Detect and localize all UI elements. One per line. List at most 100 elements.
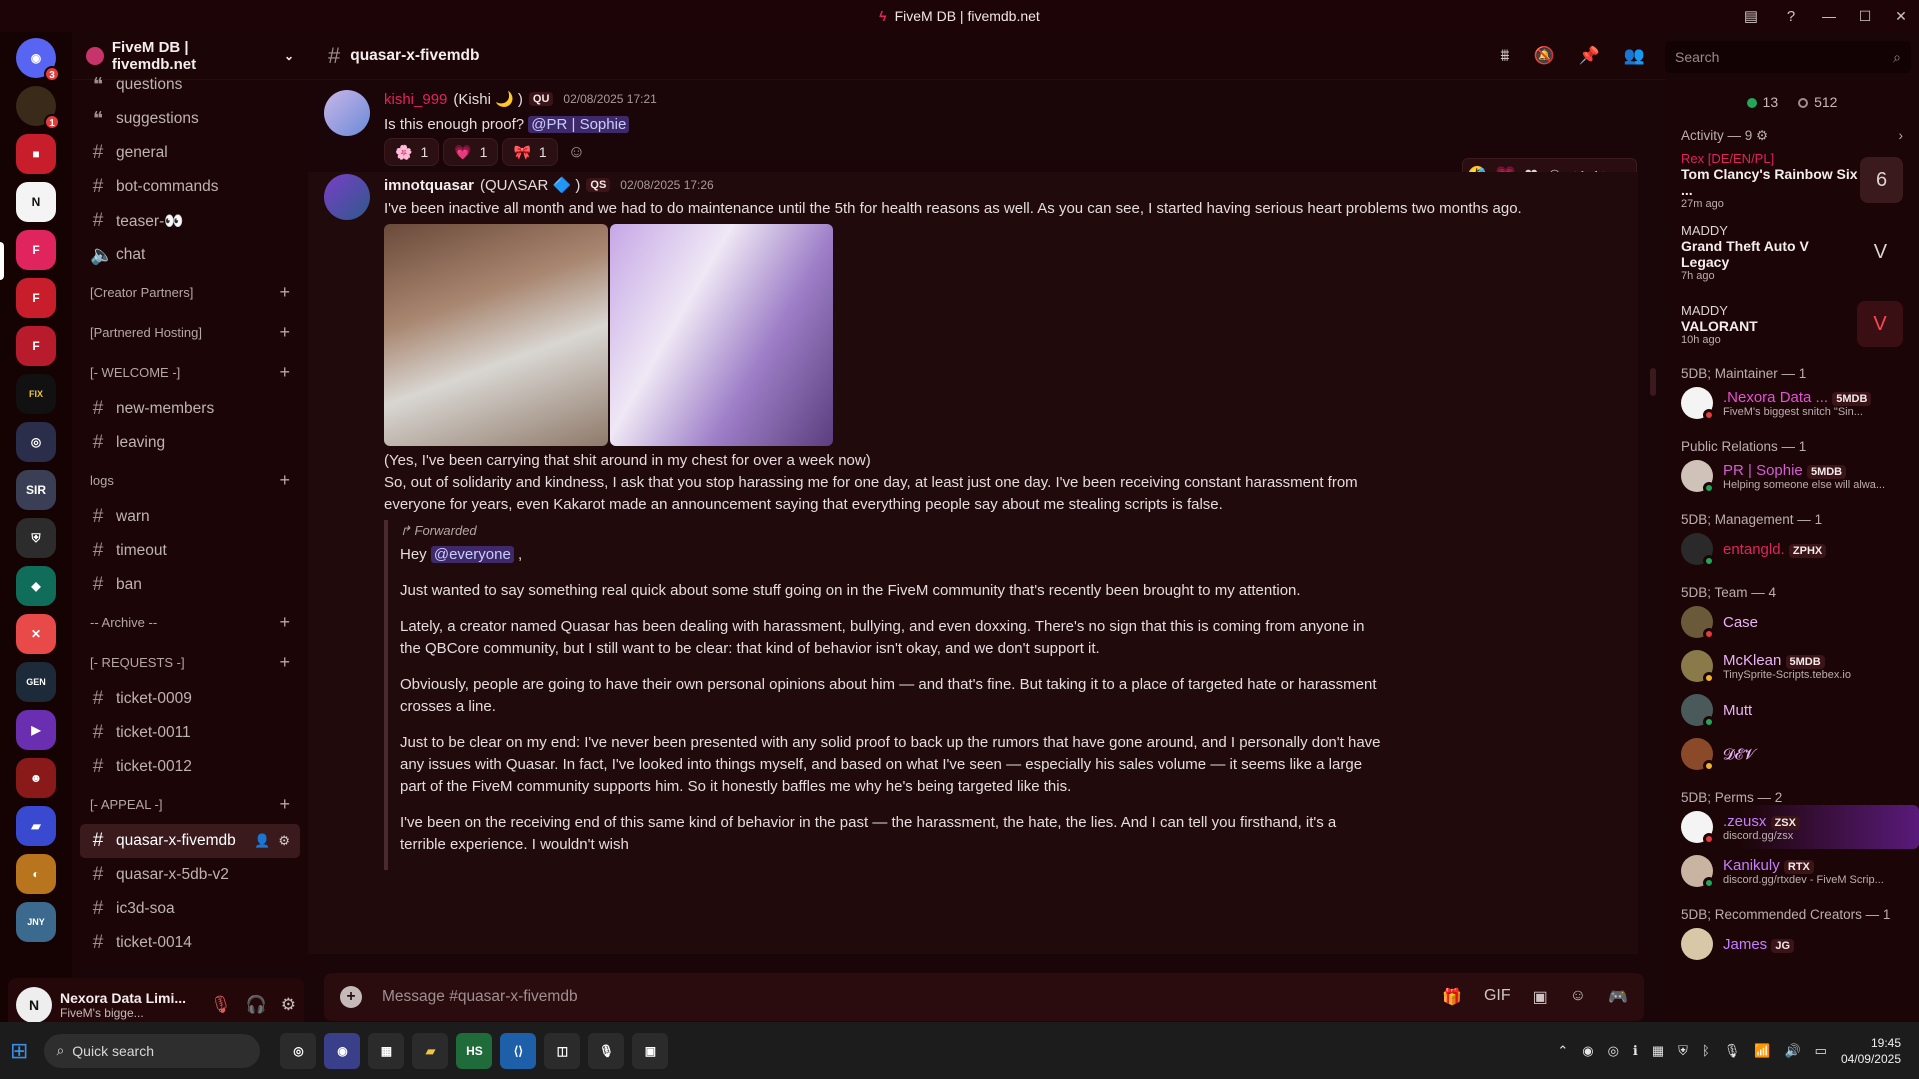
mic-tray-icon[interactable]: 🎙 [1724,1043,1741,1059]
server-icon-green[interactable]: ◆ [16,566,56,606]
server-icon-user[interactable]: 1 [16,86,60,130]
invite-icon[interactable]: 👤 [254,833,270,849]
channel-new-members[interactable]: # new-members [80,392,300,426]
activity-item[interactable]: MADDY Grand Theft Auto V Legacy 7h ago V [1665,216,1919,288]
member-item[interactable]: Kanikuly RTX discord.gg/rtxdev - FiveM S… [1665,849,1919,893]
add-attachment-icon[interactable]: + [340,986,362,1008]
vscode-app-icon[interactable]: ⟨⟩ [500,1032,537,1069]
channel-ticket-0014[interactable]: # ticket-0014 [80,926,300,960]
add-reaction-icon[interactable]: ☺ [568,142,585,162]
notification-bell-muted-icon[interactable]: 🔕 [1533,46,1554,66]
shield-tray-icon[interactable]: ⛨ [1678,1043,1688,1059]
channel-quasar-x-fivemdb[interactable]: # quasar-x-fivemdb 👤 ⚙ [80,824,300,858]
member-item[interactable]: .zeusx ZSX discord.gg/zsx [1665,805,1919,849]
server-icon-fivem-3[interactable]: F [16,326,56,366]
headphones-deafened-icon[interactable]: 🎧 [246,995,267,1015]
gif-icon[interactable]: GIF [1484,987,1511,1007]
minimize-button[interactable]: — [1811,8,1847,24]
sticker-icon[interactable]: ▣ [1533,987,1548,1007]
channel-warn[interactable]: # warn [80,500,300,534]
avatar[interactable] [324,174,370,220]
windows-start-icon[interactable]: ⊞ [10,1038,28,1064]
member-item[interactable]: McKlean 5MDB TinySprite-Scripts.tebex.io [1665,644,1919,688]
plus-icon[interactable]: + [279,652,290,673]
member-item[interactable]: Case [1665,600,1919,644]
avatar[interactable] [324,90,370,136]
server-icon-character[interactable]: ☻ [16,758,56,798]
photos-app-icon[interactable]: ▦ [368,1032,405,1069]
reaction[interactable]: 💗 1 [443,138,499,166]
server-icon-orange[interactable]: ◐ [16,854,56,894]
app-tray-icon[interactable]: ▦ [1652,1043,1664,1059]
server-icon-shield[interactable]: ⛨ [16,518,56,558]
server-icon-rainbow[interactable]: ▶ [16,710,56,750]
channel-ticket-0009[interactable]: # ticket-0009 [80,682,300,716]
activity-item[interactable]: Rex [DE/EN/PL] Tom Clancy's Rainbow Six … [1665,144,1919,216]
channel-ic3d-soa[interactable]: # ic3d-soa [80,892,300,926]
hs-app-icon[interactable]: HS [456,1032,493,1069]
taskbar-search[interactable]: ⌕ Quick search [44,1033,261,1068]
chrome-tray-icon[interactable]: ◎ [1608,1043,1619,1059]
member-item[interactable]: James JG [1665,922,1919,966]
category-archive[interactable]: -- Archive -- + [80,602,300,642]
member-item[interactable]: .Nexora Data ... 5MDB FiveM's biggest sn… [1665,381,1919,425]
help-icon[interactable]: ? [1771,8,1811,25]
attachment-image-chest[interactable] [610,224,833,446]
server-icon-journey[interactable]: JNY [16,902,56,942]
gift-icon[interactable]: 🎁 [1442,987,1462,1007]
emoji-icon[interactable]: ☺ [1570,987,1586,1007]
plus-icon[interactable]: + [279,282,290,303]
channel-general[interactable]: # general [80,136,300,170]
screenshot-app-icon[interactable]: ▣ [632,1032,669,1069]
server-icon-folder-red[interactable]: ■ [16,134,56,174]
message-scrollbar[interactable] [1650,80,1658,954]
bluetooth-icon[interactable]: ᛒ [1702,1043,1710,1058]
maximize-button[interactable]: ☐ [1847,8,1883,25]
server-icon-gener8[interactable]: GEN [16,662,56,702]
member-item[interactable]: Mutt [1665,688,1919,732]
category-creator-partners[interactable]: [Creator Partners] + [80,272,300,312]
chevron-up-icon[interactable]: ⌃ [1557,1043,1568,1059]
category-requests[interactable]: [- REQUESTS -] + [80,642,300,682]
mic-muted-icon[interactable]: 🎙 [210,995,232,1015]
user-mention[interactable]: @PR | Sophie [528,116,630,133]
channel-bot-commands[interactable]: # bot-commands [80,170,300,204]
category-logs[interactable]: logs + [80,460,300,500]
gear-icon[interactable]: ⚙ [281,995,296,1015]
chrome-app-icon[interactable]: ◎ [280,1032,317,1069]
everyone-mention[interactable]: @everyone [430,546,514,563]
attachment-image-medicines[interactable] [384,224,608,446]
gear-icon[interactable]: ⚙ [278,833,290,849]
clock[interactable]: 19:45 04/09/2025 [1841,1035,1901,1067]
wifi-icon[interactable]: 📶 [1754,1043,1770,1059]
close-button[interactable]: ✕ [1883,8,1919,25]
channel-chat[interactable]: 🔈 chat [80,238,300,272]
message-author[interactable]: kishi_999 [384,91,447,108]
plus-icon[interactable]: + [279,322,290,343]
message-composer[interactable]: + Message #quasar-x-fivemdb 🎁 GIF ▣ ☺ 🎮 [324,973,1644,1021]
reaction[interactable]: 🌸 1 [384,138,440,166]
pin-icon[interactable]: 📌 [1579,46,1600,66]
category-welcome[interactable]: [- WELCOME -] + [80,352,300,392]
server-icon-fivem-2[interactable]: F [16,278,56,318]
battery-icon[interactable]: ▭ [1815,1043,1827,1059]
activity-header[interactable]: Activity — 9 ⚙ › [1665,128,1919,144]
activity-item[interactable]: MADDY VALORANT 10h ago V [1665,288,1919,360]
avatar[interactable]: N [16,987,52,1023]
plus-icon[interactable]: + [279,470,290,491]
server-icon-nexora[interactable]: N [16,182,56,222]
volume-icon[interactable]: 🔊 [1784,1043,1800,1059]
server-icon-badge[interactable]: ◎ [16,422,56,462]
server-icon-fix-escrow[interactable]: FIX [16,374,56,414]
inbox-icon[interactable]: ▤ [1731,7,1771,25]
message-author[interactable]: imnotquasar [384,177,474,194]
activities-icon[interactable]: 🎮 [1608,987,1628,1007]
server-icon-fivem-1[interactable]: F [16,230,56,270]
member-item[interactable]: entangld. ZPHX [1665,527,1919,571]
server-icon-sir[interactable]: SIR [16,470,56,510]
channel-ban[interactable]: # ban [80,568,300,602]
scrollbar-thumb[interactable] [1650,368,1656,396]
channel-quasar-x-5db-v2[interactable]: # quasar-x-5db-v2 [80,858,300,892]
search-input[interactable]: Search ⌕ [1665,41,1911,73]
channel-suggestions[interactable]: ❝ suggestions [80,102,300,136]
